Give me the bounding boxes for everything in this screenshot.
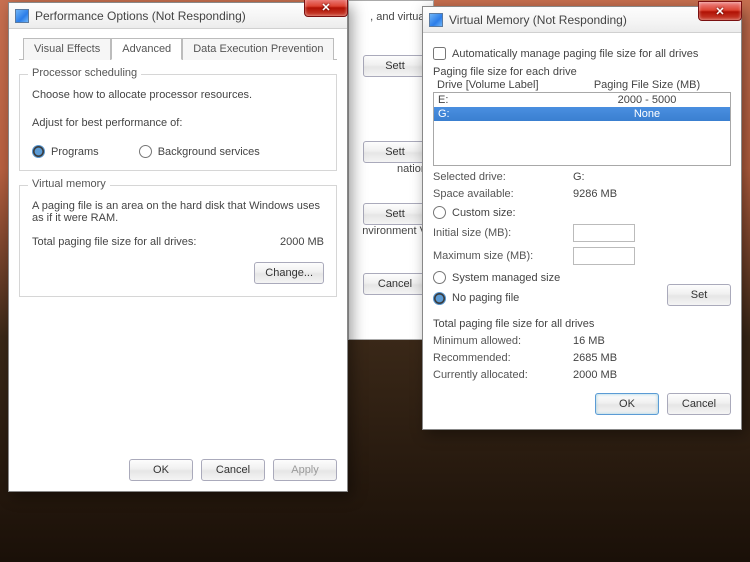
adjust-label: Adjust for best performance of: xyxy=(32,117,324,129)
radio-programs-label: Programs xyxy=(51,146,99,158)
auto-manage-checkbox[interactable]: Automatically manage paging file size fo… xyxy=(433,47,731,60)
drive-size: 2000 - 5000 xyxy=(568,94,726,106)
bg-info-label: nation xyxy=(355,163,427,203)
processor-scheduling-desc: Choose how to allocate processor resourc… xyxy=(32,89,324,101)
performance-options-window: Performance Options (Not Responding) ✕ V… xyxy=(8,2,348,492)
radio-custom-label: Custom size: xyxy=(452,207,516,219)
drive-size: None xyxy=(568,108,726,120)
apply-button[interactable]: Apply xyxy=(273,459,337,481)
virtual-memory-desc: A paging file is an area on the hard dis… xyxy=(32,200,324,224)
ok-button[interactable]: OK xyxy=(595,393,659,415)
radio-no-paging-input[interactable] xyxy=(433,292,446,305)
titlebar[interactable]: Performance Options (Not Responding) ✕ xyxy=(9,3,347,29)
radio-background-input[interactable] xyxy=(139,145,152,158)
header-size: Paging File Size (MB) xyxy=(567,79,727,91)
bg-settings-button-3[interactable]: Sett xyxy=(363,203,427,225)
titlebar[interactable]: Virtual Memory (Not Responding) ✕ xyxy=(423,7,741,33)
recommended-value: 2685 MB xyxy=(573,352,617,364)
cancel-button[interactable]: Cancel xyxy=(667,393,731,415)
tab-strip: Visual Effects Advanced Data Execution P… xyxy=(19,37,337,60)
radio-custom-size[interactable]: Custom size: xyxy=(433,206,731,219)
tab-visual-effects[interactable]: Visual Effects xyxy=(23,38,111,60)
virtual-memory-title: Virtual memory xyxy=(28,178,110,190)
header-drive: Drive [Volume Label] xyxy=(437,79,567,91)
radio-custom-input[interactable] xyxy=(433,206,446,219)
cancel-button[interactable]: Cancel xyxy=(201,459,265,481)
min-allowed-label: Minimum allowed: xyxy=(433,335,563,347)
radio-programs-input[interactable] xyxy=(32,145,45,158)
drive-list-header: Drive [Volume Label] Paging File Size (M… xyxy=(433,78,731,92)
space-available-value: 9286 MB xyxy=(573,188,617,200)
radio-background[interactable]: Background services xyxy=(139,145,260,158)
drive-label: G: xyxy=(438,108,568,120)
auto-manage-label: Automatically manage paging file size fo… xyxy=(452,48,698,60)
window-icon xyxy=(429,13,443,27)
initial-size-label: Initial size (MB): xyxy=(433,227,563,239)
processor-scheduling-group: Processor scheduling Choose how to alloc… xyxy=(19,74,337,171)
close-icon: ✕ xyxy=(321,1,330,14)
totals-title: Total paging file size for all drives xyxy=(433,318,731,330)
maximum-size-input[interactable] xyxy=(573,247,635,265)
total-paging-label: Total paging file size for all drives: xyxy=(32,236,280,248)
bg-settings-button-2[interactable]: Sett xyxy=(363,141,427,163)
window-title: Performance Options (Not Responding) xyxy=(35,9,246,23)
radio-no-paging[interactable]: No paging file xyxy=(433,292,667,305)
auto-manage-input[interactable] xyxy=(433,47,446,60)
drive-row[interactable]: G: None xyxy=(434,107,730,121)
bg-virtual-text: , and virtual xyxy=(355,11,427,23)
space-available-label: Space available: xyxy=(433,188,563,200)
currently-allocated-label: Currently allocated: xyxy=(433,369,563,381)
set-button[interactable]: Set xyxy=(667,284,731,306)
radio-system-managed-input[interactable] xyxy=(433,271,446,284)
tab-advanced[interactable]: Advanced xyxy=(111,38,182,60)
selected-drive-value: G: xyxy=(573,171,585,183)
ok-button[interactable]: OK xyxy=(129,459,193,481)
tab-dep[interactable]: Data Execution Prevention xyxy=(182,38,334,60)
total-paging-value: 2000 MB xyxy=(280,236,324,248)
currently-allocated-value: 2000 MB xyxy=(573,369,617,381)
maximum-size-label: Maximum size (MB): xyxy=(433,250,563,262)
close-button[interactable]: ✕ xyxy=(698,1,742,21)
drive-row[interactable]: E: 2000 - 5000 xyxy=(434,93,730,107)
min-allowed-value: 16 MB xyxy=(573,335,605,347)
radio-system-managed-label: System managed size xyxy=(452,272,560,284)
virtual-memory-group: Virtual memory A paging file is an area … xyxy=(19,185,337,297)
drive-list[interactable]: E: 2000 - 5000 G: None xyxy=(433,92,731,166)
radio-no-paging-label: No paging file xyxy=(452,292,519,304)
radio-programs[interactable]: Programs xyxy=(32,145,99,158)
bg-env-label: nvironment V xyxy=(355,225,427,255)
processor-scheduling-title: Processor scheduling xyxy=(28,67,141,79)
window-icon xyxy=(15,9,29,23)
radio-system-managed[interactable]: System managed size xyxy=(433,271,731,284)
selected-drive-label: Selected drive: xyxy=(433,171,563,183)
recommended-label: Recommended: xyxy=(433,352,563,364)
bg-settings-button-1[interactable]: Sett xyxy=(363,55,427,77)
initial-size-input[interactable] xyxy=(573,224,635,242)
close-icon: ✕ xyxy=(715,5,724,18)
drive-label: E: xyxy=(438,94,568,106)
each-drive-label: Paging file size for each drive xyxy=(433,66,731,78)
close-button[interactable]: ✕ xyxy=(304,0,348,17)
radio-background-label: Background services xyxy=(158,146,260,158)
virtual-memory-window: Virtual Memory (Not Responding) ✕ Automa… xyxy=(422,6,742,430)
change-button[interactable]: Change... xyxy=(254,262,324,284)
bg-cancel-button[interactable]: Cancel xyxy=(363,273,427,295)
window-title: Virtual Memory (Not Responding) xyxy=(449,13,627,27)
